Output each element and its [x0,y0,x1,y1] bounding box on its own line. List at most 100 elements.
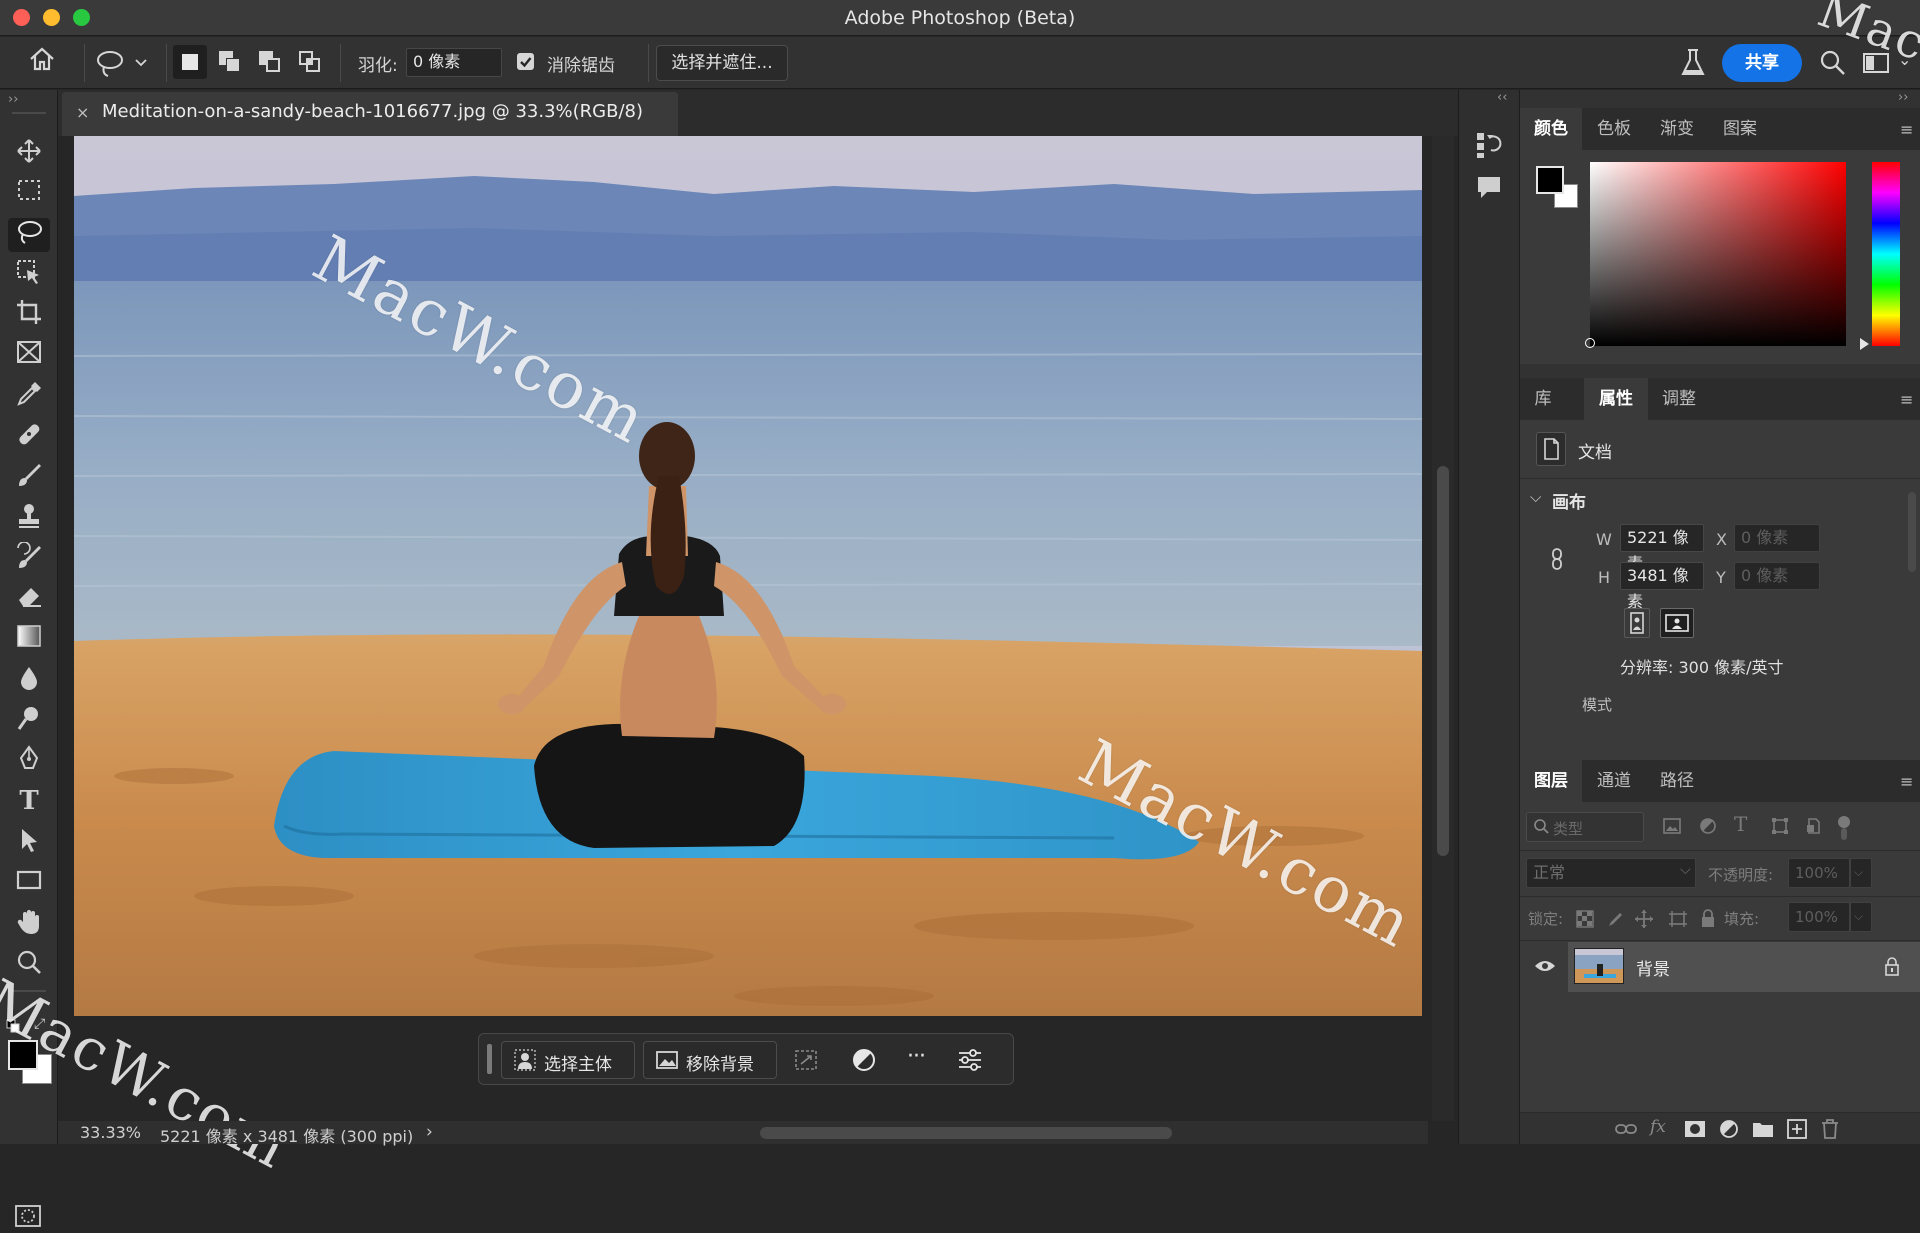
new-group-icon[interactable] [1752,1119,1774,1144]
comments-panel-icon[interactable] [1475,174,1503,205]
tab-swatches[interactable]: 色板 [1582,108,1646,150]
gradient-tool-icon[interactable] [8,622,50,656]
portrait-orientation-button[interactable] [1624,608,1650,638]
lock-transparent-icon[interactable] [1576,910,1594,933]
crop-tool-icon[interactable] [8,298,50,332]
tab-layers[interactable]: 图层 [1520,760,1582,802]
canvas-x-input[interactable]: 0 像素 [1734,524,1820,552]
type-tool-icon[interactable]: T [8,784,50,818]
close-tab-icon[interactable]: × [76,103,89,122]
panel-menu-icon[interactable]: ≡ [1900,772,1913,791]
new-adjustment-icon[interactable] [1718,1118,1740,1145]
layer-filter-search[interactable]: 类型 [1526,812,1644,842]
history-panel-icon[interactable] [1475,130,1503,165]
canvas-y-input[interactable]: 0 像素 [1734,562,1820,590]
canvas-height-input[interactable]: 3481 像素 [1620,562,1704,611]
zoom-level[interactable]: 33.33% [80,1123,141,1142]
lock-position-icon[interactable] [1634,909,1654,934]
move-tool-icon[interactable] [8,138,50,172]
tab-color[interactable]: 颜色 [1520,108,1582,150]
link-layers-icon[interactable] [1614,1119,1638,1144]
document-tab[interactable]: × Meditation-on-a-sandy-beach-1016677.jp… [62,92,678,136]
tab-paths[interactable]: 路径 [1646,760,1708,802]
pen-tool-icon[interactable] [8,744,50,778]
tab-libraries[interactable]: 库 [1520,378,1566,420]
horizontal-scroll-thumb[interactable] [760,1127,1172,1139]
healing-brush-tool-icon[interactable] [8,420,50,454]
properties-scroll-thumb[interactable] [1908,492,1916,572]
subtract-selection-button[interactable] [253,45,287,79]
link-icon[interactable] [1548,546,1566,577]
blend-mode-select[interactable]: 正常 [1526,858,1696,888]
add-mask-icon[interactable] [1684,1119,1706,1144]
document-canvas[interactable]: MacW.com MacW.com [74,136,1422,1016]
new-layer-icon[interactable] [1786,1118,1808,1145]
feather-input[interactable]: 0 像素 [406,48,502,77]
tab-adjustments[interactable]: 调整 [1648,378,1710,420]
select-subject-button[interactable]: 选择主体 [501,1041,635,1079]
opacity-input[interactable]: 100% [1788,858,1850,888]
new-selection-button[interactable] [173,45,207,79]
layer-effects-icon[interactable]: fx [1650,1117,1666,1137]
expand-panel-icon[interactable]: ›› [8,92,18,107]
layer-row-background[interactable]: 背景 [1568,942,1920,992]
quick-mask-icon[interactable] [14,1204,42,1228]
filter-smart-object-icon[interactable] [1804,816,1824,841]
tab-channels[interactable]: 通道 [1582,760,1646,802]
status-menu-arrow[interactable]: › [426,1122,433,1142]
object-selection-tool-icon[interactable] [8,258,50,292]
antialias-checkbox[interactable] [517,53,534,70]
eyedropper-tool-icon[interactable] [8,380,50,414]
home-icon[interactable] [22,46,62,81]
layer-visibility-toggle[interactable] [1520,942,1570,992]
canvas-section-label[interactable]: 画布 [1552,488,1586,513]
blur-tool-icon[interactable] [8,664,50,698]
collapse-panels-icon[interactable]: ‹‹ [1497,90,1507,105]
filter-adjustment-icon[interactable] [1698,816,1718,841]
foreground-color-swatch[interactable] [1536,166,1564,194]
lasso-tool-icon[interactable] [8,218,50,252]
beta-labs-icon[interactable] [1678,46,1708,80]
more-options-icon[interactable]: ··· [907,1044,926,1069]
frame-tool-icon[interactable] [8,338,50,372]
lock-all-icon[interactable] [1700,908,1716,933]
tab-properties[interactable]: 属性 [1584,378,1648,420]
hue-slider[interactable] [1872,162,1900,346]
brush-tool-icon[interactable] [8,460,50,494]
settings-sliders-icon[interactable] [957,1048,983,1077]
delete-layer-icon[interactable] [1820,1118,1840,1145]
expand-right-panels-icon[interactable]: ›› [1898,90,1908,105]
mask-icon[interactable] [851,1047,877,1078]
dodge-tool-icon[interactable] [8,704,50,738]
filter-shape-icon[interactable] [1770,816,1790,841]
landscape-orientation-button[interactable] [1660,608,1694,638]
select-and-mask-button[interactable]: 选择并遮住... [656,45,788,81]
panel-menu-icon[interactable]: ≡ [1900,120,1913,139]
drag-handle[interactable] [487,1044,492,1074]
filter-toggle-icon[interactable] [1838,816,1850,828]
search-icon[interactable] [1818,48,1848,78]
vertical-scrollbar[interactable] [1432,136,1454,1121]
lock-pixels-icon[interactable] [1606,910,1624,933]
hand-tool-icon[interactable] [8,908,50,942]
vertical-scroll-thumb[interactable] [1437,466,1449,856]
intersect-selection-button[interactable] [293,45,327,79]
history-brush-tool-icon[interactable] [8,541,50,576]
path-selection-tool-icon[interactable] [8,826,50,860]
fill-dropdown[interactable]: ⌵ [1850,902,1872,932]
canvas-width-input[interactable]: 5221 像素 [1620,524,1704,573]
remove-background-button[interactable]: 移除背景 [643,1041,777,1079]
hue-slider-handle[interactable] [1860,338,1869,350]
transform-selection-icon[interactable] [793,1048,819,1077]
eraser-tool-icon[interactable] [8,582,50,616]
fill-input[interactable]: 100% [1788,902,1850,932]
lasso-tool-preset[interactable] [92,46,152,80]
filter-pixel-icon[interactable] [1662,816,1682,841]
color-field[interactable] [1585,162,1846,348]
rectangle-tool-icon[interactable] [8,866,50,900]
filter-type-icon[interactable]: T [1734,812,1747,836]
panel-menu-icon[interactable]: ≡ [1900,390,1913,409]
tab-patterns[interactable]: 图案 [1708,108,1772,150]
color-picker-marker[interactable] [1585,338,1595,348]
chevron-down-icon[interactable]: ⌵ [1530,488,1541,506]
